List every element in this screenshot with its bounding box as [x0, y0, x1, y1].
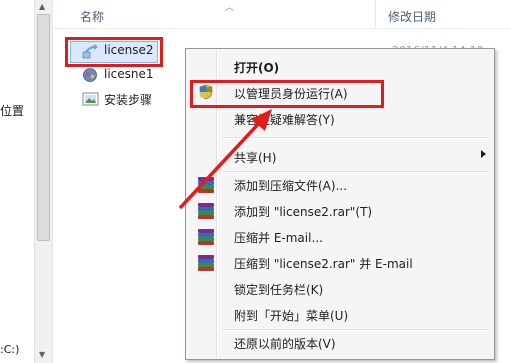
menu-separator — [222, 137, 490, 139]
menu-item-add-to-archive[interactable]: 添加到压缩文件(A)... — [188, 173, 492, 195]
menu-item-add-to-rar[interactable]: 添加到 "license2.rar"(T) — [188, 199, 492, 221]
scrollbar-thumb[interactable] — [37, 14, 50, 241]
menu-item-compress-and-email[interactable]: 压缩并 E-mail... — [188, 225, 492, 247]
menu-label: 锁定到任务栏(K) — [234, 283, 324, 297]
file-name: licesne1 — [104, 67, 154, 81]
menu-label: 还原以前的版本(V) — [234, 337, 336, 351]
menu-label: 附到「开始」菜单(U) — [234, 309, 349, 323]
menu-item-share[interactable]: 共享(H) — [188, 145, 492, 167]
image-file-icon — [82, 92, 99, 106]
menu-label: 压缩并 E-mail... — [234, 231, 323, 245]
winrar-icon — [198, 202, 214, 219]
registry-icon — [83, 68, 97, 82]
column-divider[interactable] — [375, 0, 376, 28]
winrar-icon — [198, 254, 214, 271]
menu-item-open[interactable]: 打开(O) — [188, 55, 492, 77]
annotation-highlight-run-as-admin — [190, 80, 384, 108]
nav-item-drive[interactable]: :C:) — [0, 343, 19, 356]
scroll-down-icon[interactable]: ▼ — [39, 350, 45, 359]
menu-label: 添加到 "license2.rar"(T) — [234, 205, 373, 219]
column-name[interactable]: 名称 — [80, 8, 104, 25]
submenu-arrow-icon — [481, 150, 486, 158]
menu-label: 打开(O) — [234, 61, 280, 75]
winrar-icon — [198, 176, 214, 193]
menu-item-troubleshoot-compatibility[interactable]: 兼容性疑难解答(Y) — [188, 107, 492, 129]
menu-label: 兼容性疑难解答(Y) — [234, 113, 335, 127]
column-header: ︿ 名称 修改日期 — [52, 0, 511, 29]
menu-label: 共享(H) — [234, 151, 277, 165]
annotation-highlight-file — [65, 37, 163, 67]
menu-label: 添加到压缩文件(A)... — [234, 179, 348, 193]
navigation-pane: 位置 :C:) — [0, 0, 34, 363]
menu-item-pin-to-start[interactable]: 附到「开始」菜单(U) — [188, 303, 492, 325]
winrar-icon — [198, 228, 214, 245]
column-date-modified[interactable]: 修改日期 — [388, 8, 436, 25]
menu-item-compress-rar-and-email[interactable]: 压缩到 "license2.rar" 并 E-mail — [188, 251, 492, 273]
file-name: 安装步骤 — [104, 93, 153, 107]
menu-label: 压缩到 "license2.rar" 并 E-mail — [234, 257, 413, 271]
menu-item-pin-to-taskbar[interactable]: 锁定到任务栏(K) — [188, 277, 492, 299]
menu-item-restore-previous-versions[interactable]: 还原以前的版本(V) — [188, 331, 492, 353]
sort-ascending-icon: ︿ — [225, 3, 235, 13]
nav-scrollbar[interactable]: ▲ ▼ — [34, 0, 53, 363]
nav-item-location[interactable]: 位置 — [0, 102, 24, 119]
column-divider — [52, 0, 53, 28]
scroll-up-icon[interactable]: ▲ — [39, 2, 45, 11]
